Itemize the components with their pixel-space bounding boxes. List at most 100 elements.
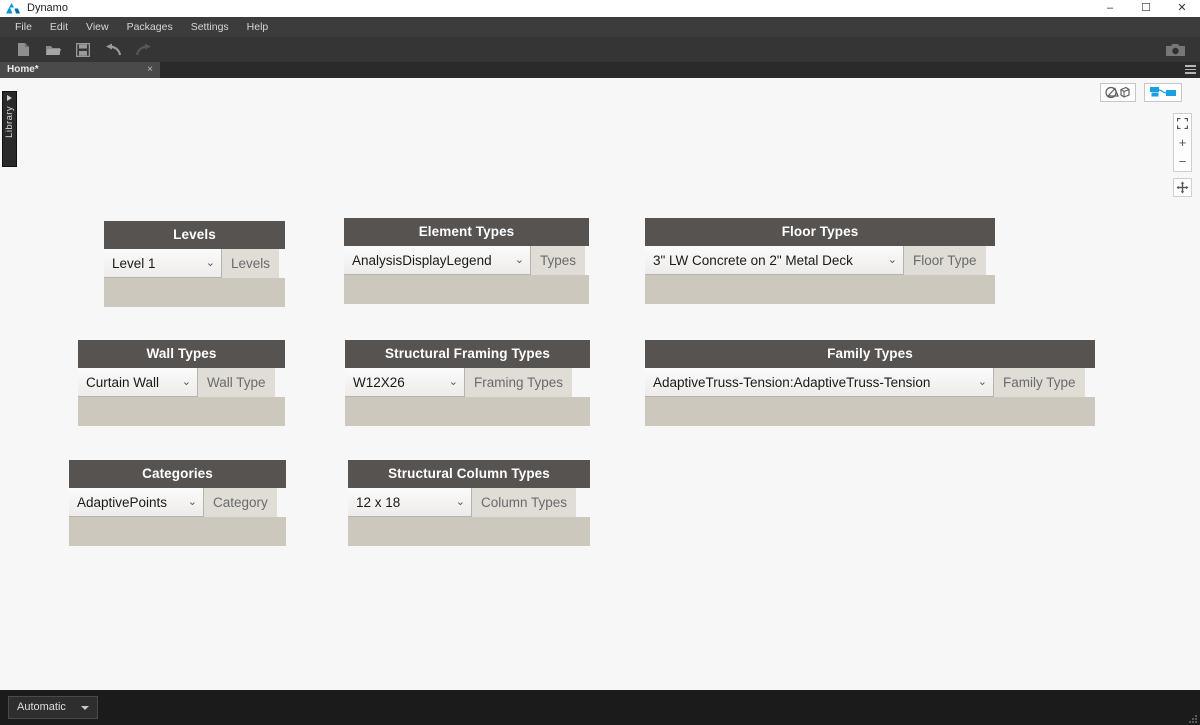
node-title: Categories	[69, 460, 286, 488]
output-port-label[interactable]: Column Types	[472, 488, 577, 517]
tab-bar-empty-area	[160, 62, 1200, 78]
output-port-label[interactable]: Category	[204, 488, 277, 517]
dropdown-value: AnalysisDisplayLegend	[352, 252, 492, 268]
main-toolbar	[0, 37, 1200, 62]
new-file-icon	[17, 43, 29, 56]
title-bar: Dynamo – ☐ ✕	[0, 0, 1200, 17]
node-title: Levels	[104, 221, 285, 249]
dropdown-value: W12X26	[353, 374, 405, 390]
node-title: Element Types	[344, 218, 589, 246]
structural-column-types-node[interactable]: Structural Column Types 12 x 18 ⌄ Column…	[348, 460, 590, 546]
geometry-view-toggle[interactable]	[1100, 83, 1136, 102]
levels-node[interactable]: Levels Level 1 ⌄ Levels	[104, 221, 285, 307]
node-footer	[348, 517, 590, 546]
tab-home-label: Home*	[7, 64, 39, 75]
family-types-dropdown[interactable]: AdaptiveTruss-Tension:AdaptiveTruss-Tens…	[645, 368, 994, 397]
chevron-right-icon[interactable]	[7, 95, 12, 101]
tab-home[interactable]: Home* ×	[0, 62, 160, 78]
redo-icon	[135, 43, 151, 55]
dropdown-value: AdaptivePoints	[77, 494, 168, 510]
chevron-down-icon: ⌄	[187, 495, 197, 508]
chevron-down-icon: ⌄	[205, 256, 215, 269]
resize-grip-icon[interactable]	[1185, 711, 1197, 723]
screenshot-button[interactable]	[1160, 37, 1190, 62]
wall-types-dropdown[interactable]: Curtain Wall ⌄	[78, 368, 198, 397]
window-title: Dynamo	[27, 2, 68, 14]
chevron-down-icon	[81, 705, 89, 710]
tab-close-icon[interactable]: ×	[147, 65, 153, 75]
output-port-label[interactable]: Floor Type	[904, 246, 986, 275]
dropdown-value: Level 1	[112, 255, 156, 271]
output-port-label[interactable]: Family Type	[994, 368, 1085, 397]
framing-types-dropdown[interactable]: W12X26 ⌄	[345, 368, 465, 397]
undo-button[interactable]	[98, 37, 128, 62]
hamburger-menu-icon[interactable]	[1185, 65, 1196, 76]
menu-item-edit[interactable]: Edit	[41, 17, 77, 37]
graph-view-toggle[interactable]	[1144, 83, 1182, 102]
redo-button[interactable]	[128, 37, 158, 62]
pan-button[interactable]	[1173, 178, 1192, 197]
chevron-down-icon: ⌄	[887, 253, 897, 266]
new-file-button[interactable]	[8, 37, 38, 62]
dropdown-value: 12 x 18	[356, 494, 401, 510]
menu-item-file[interactable]: File	[6, 17, 41, 37]
floor-types-node[interactable]: Floor Types 3" LW Concrete on 2" Metal D…	[645, 218, 995, 304]
zoom-in-button[interactable]: +	[1173, 133, 1192, 152]
floor-types-dropdown[interactable]: 3" LW Concrete on 2" Metal Deck ⌄	[645, 246, 904, 275]
graph-canvas[interactable]: Library + − Levels Level 1 ⌄ Levels Elem…	[0, 78, 1200, 690]
camera-icon	[1165, 43, 1185, 56]
output-port-label[interactable]: Wall Type	[198, 368, 275, 397]
categories-node[interactable]: Categories AdaptivePoints ⌄ Category	[69, 460, 286, 546]
open-file-button[interactable]	[38, 37, 68, 62]
pan-move-icon	[1176, 181, 1189, 194]
3d-geometry-icon	[1105, 86, 1130, 99]
column-types-dropdown[interactable]: 12 x 18 ⌄	[348, 488, 472, 517]
save-file-icon	[76, 42, 90, 57]
zoom-control-group: + −	[1173, 113, 1192, 172]
output-port-label[interactable]: Types	[531, 246, 586, 275]
close-button[interactable]: ✕	[1164, 0, 1200, 17]
menu-item-packages[interactable]: Packages	[118, 17, 182, 37]
output-port-label[interactable]: Levels	[222, 249, 280, 278]
output-port-label[interactable]: Framing Types	[465, 368, 573, 397]
node-footer	[345, 397, 590, 426]
maximize-button[interactable]: ☐	[1128, 0, 1164, 17]
dropdown-value: Curtain Wall	[86, 374, 160, 390]
family-types-node[interactable]: Family Types AdaptiveTruss-Tension:Adapt…	[645, 340, 1095, 426]
library-panel[interactable]: Library	[2, 91, 17, 167]
node-footer	[104, 278, 285, 307]
window-controls: – ☐ ✕	[1092, 0, 1200, 17]
node-footer	[69, 517, 286, 546]
dropdown-value: AdaptiveTruss-Tension:AdaptiveTruss-Tens…	[653, 374, 931, 390]
view-toggle-group	[1100, 83, 1182, 102]
fit-to-screen-icon	[1177, 118, 1188, 129]
menu-item-settings[interactable]: Settings	[182, 17, 238, 37]
fit-to-screen-button[interactable]	[1173, 114, 1192, 133]
undo-icon	[105, 43, 121, 55]
node-footer	[78, 397, 285, 426]
library-label: Library	[4, 106, 15, 138]
node-title: Structural Framing Types	[345, 340, 590, 368]
open-file-icon	[45, 45, 61, 55]
dynamo-logo-icon	[5, 2, 21, 15]
element-types-dropdown[interactable]: AnalysisDisplayLegend ⌄	[344, 246, 531, 275]
save-file-button[interactable]	[68, 37, 98, 62]
wall-types-node[interactable]: Wall Types Curtain Wall ⌄ Wall Type	[78, 340, 285, 426]
tab-bar: Home* ×	[0, 62, 1200, 78]
levels-dropdown[interactable]: Level 1 ⌄	[104, 249, 222, 278]
categories-dropdown[interactable]: AdaptivePoints ⌄	[69, 488, 204, 517]
minimize-button[interactable]: –	[1092, 0, 1128, 17]
run-mode-label: Automatic	[17, 701, 66, 713]
node-footer	[645, 275, 995, 304]
chevron-down-icon: ⌄	[448, 375, 458, 388]
structural-framing-types-node[interactable]: Structural Framing Types W12X26 ⌄ Framin…	[345, 340, 590, 426]
menu-item-view[interactable]: View	[77, 17, 118, 37]
chevron-down-icon: ⌄	[977, 375, 987, 388]
zoom-out-button[interactable]: −	[1173, 152, 1192, 171]
run-mode-dropdown[interactable]: Automatic	[8, 696, 98, 719]
menu-item-help[interactable]: Help	[238, 17, 278, 37]
node-title: Floor Types	[645, 218, 995, 246]
menu-bar: File Edit View Packages Settings Help	[0, 17, 1200, 37]
dynamo-window: Dynamo – ☐ ✕ File Edit View Packages Set…	[0, 0, 1200, 725]
element-types-node[interactable]: Element Types AnalysisDisplayLegend ⌄ Ty…	[344, 218, 589, 304]
